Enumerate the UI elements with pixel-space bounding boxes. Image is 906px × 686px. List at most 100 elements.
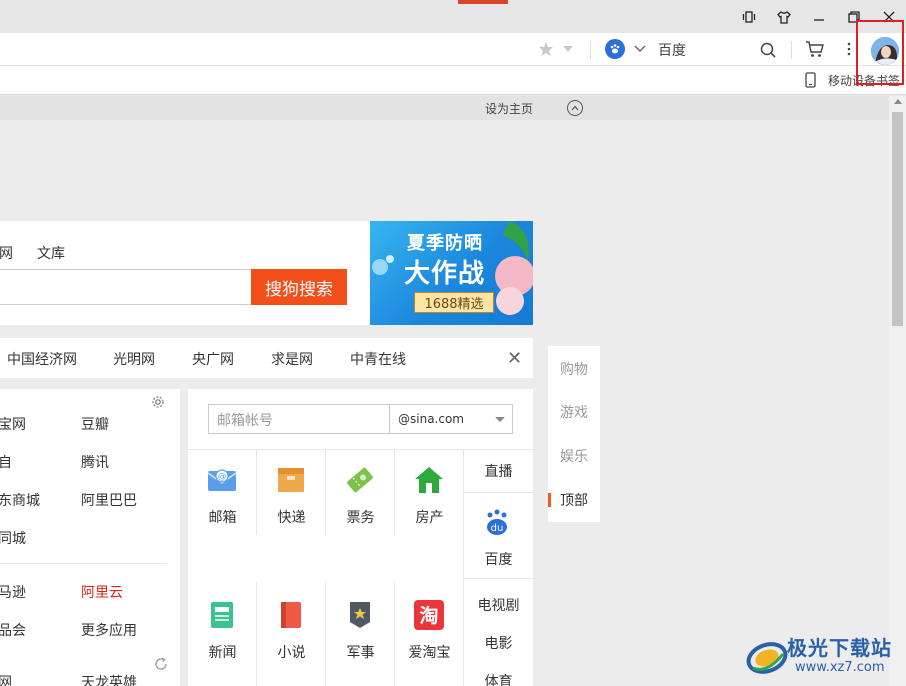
side-nav-top[interactable]: 顶部 [548,490,600,510]
engine-dropdown-icon[interactable] [632,41,648,57]
site-link[interactable]: 宝网 [0,414,26,434]
divider [464,578,533,579]
set-home-link[interactable]: 设为主页 [485,100,533,117]
minimize-icon[interactable] [810,8,828,26]
side-nav-games[interactable]: 游戏 [548,402,600,422]
new-tab-page: 设为主页 网 文库 搜狗搜索 夏季防晒 大作战 1688精选 中国经济网 光明网… [0,96,889,686]
app-news[interactable]: 新闻 [188,584,257,670]
divider [590,41,591,59]
search-tab-web[interactable]: 网 [0,243,13,263]
site-link[interactable]: 网 [0,672,12,686]
mobile-bookmarks-link[interactable]: 移动设备书签 [828,72,900,89]
banner-line1: 夏季防晒 [407,233,483,254]
cart-icon[interactable] [804,39,826,59]
link-youth[interactable]: 中青在线 [350,349,406,369]
app-taobao[interactable]: 淘 爱淘宝 [395,584,464,670]
taobao-icon: 淘 [412,598,446,632]
ticket-icon [343,463,377,497]
link-cnr[interactable]: 央广网 [192,349,234,369]
search-tab-wenku[interactable]: 文库 [37,243,65,263]
app-novel[interactable]: 小说 [257,584,326,670]
app-label: 快递 [277,510,306,526]
app-label: 房产 [415,510,444,526]
app-label: 邮箱 [208,510,237,526]
link-gmw[interactable]: 光明网 [113,349,155,369]
scrollbar[interactable] [889,96,906,686]
sogou-search-button[interactable]: 搜狗搜索 [251,269,347,305]
watermark-name: 极光下载站 [787,636,892,660]
site-link[interactable]: 自 [0,452,12,472]
svg-text:du: du [491,523,504,534]
side-nav-shopping[interactable]: 购物 [548,359,600,379]
site-link[interactable]: 腾讯 [81,452,109,472]
site-link[interactable]: 品会 [0,620,26,640]
gear-icon[interactable] [150,394,166,410]
site-link[interactable]: 马逊 [0,582,26,602]
link-movies[interactable]: 电影 [464,633,533,653]
site-link[interactable]: 天龙英雄 [81,672,137,686]
app-house[interactable]: 房产 [395,449,464,535]
divider [791,41,792,59]
side-nav-entertainment[interactable]: 娱乐 [548,446,600,466]
site-link[interactable]: 阿里巴巴 [81,490,137,510]
app-military[interactable]: 军事 [326,584,395,670]
close-window-icon[interactable] [880,8,898,26]
address-bar: 百度 [0,33,906,66]
house-icon [412,463,446,497]
watermark-logo: 极光下载站 www.xz7.com [743,628,903,684]
divider [0,563,167,564]
star-icon[interactable] [536,40,556,58]
close-icon[interactable]: ✕ [507,348,522,369]
collapse-up-icon[interactable] [567,100,583,116]
site-link[interactable]: 豆瓣 [81,414,109,434]
email-domain-select[interactable]: @sina.com [389,404,513,434]
link-baidu[interactable]: 百度 [464,549,533,569]
title-bar [0,0,906,33]
email-domain-value: @sina.com [398,412,464,426]
user-avatar[interactable] [871,37,899,65]
divider [464,492,533,493]
more-menu-icon[interactable] [844,40,854,58]
app-label: 新闻 [208,645,237,661]
search-icon[interactable] [758,40,778,60]
vibrate-icon[interactable] [740,8,758,26]
search-input[interactable] [0,269,252,305]
active-tab-indicator [458,0,508,4]
baidu-paw-icon[interactable] [605,39,625,59]
site-link[interactable]: 更多应用 [81,620,137,640]
scroll-up-arrow[interactable] [894,99,902,104]
site-link[interactable]: 东商城 [0,490,40,510]
banner-line2: 大作战 [404,259,486,289]
link-qstheory[interactable]: 求是网 [271,349,313,369]
email-account-input[interactable]: 邮箱帐号 [208,404,390,434]
package-icon [274,463,308,497]
refresh-icon[interactable] [153,656,169,672]
svg-text:@: @ [218,472,227,482]
search-engine-label[interactable]: 百度 [658,40,686,60]
baidu-logo-icon: du [484,509,510,537]
link-tv-series[interactable]: 电视剧 [464,595,533,615]
link-sports[interactable]: 体育 [464,671,533,686]
search-card: 网 文库 搜狗搜索 夏季防晒 大作战 1688精选 [0,221,533,325]
link-ce[interactable]: 中国经济网 [7,349,77,369]
app-mail[interactable]: @ 邮箱 [188,449,257,535]
bookmark-bar: 移动设备书签 [0,66,906,95]
summer-sunscreen-banner[interactable]: 夏季防晒 大作战 1688精选 [370,221,533,325]
restore-icon[interactable] [845,8,863,26]
scrollbar-thumb[interactable] [892,112,903,326]
link-live[interactable]: 直播 [464,461,533,481]
mobile-device-icon [803,71,817,89]
app-label: 军事 [346,645,375,661]
svg-text:淘: 淘 [419,604,438,627]
star-dropdown-icon[interactable] [561,40,575,58]
site-link[interactable]: 阿里云 [81,582,123,602]
app-express[interactable]: 快递 [257,449,326,535]
book-icon [274,598,308,632]
app-ticket[interactable]: 票务 [326,449,395,535]
apps-panel: 邮箱帐号 @sina.com @ 邮箱 快递 票务 房产 新闻 小说 军事 淘 … [188,389,533,686]
skin-shirt-icon[interactable] [775,8,793,26]
site-link[interactable]: 同城 [0,528,26,548]
sites-panel: 宝网 豆瓣 自 腾讯 东商城 阿里巴巴 同城 马逊 阿里云 品会 更多应用 网 … [0,389,180,686]
chevron-down-icon [495,417,505,422]
banner-badge: 1688精选 [414,292,494,313]
